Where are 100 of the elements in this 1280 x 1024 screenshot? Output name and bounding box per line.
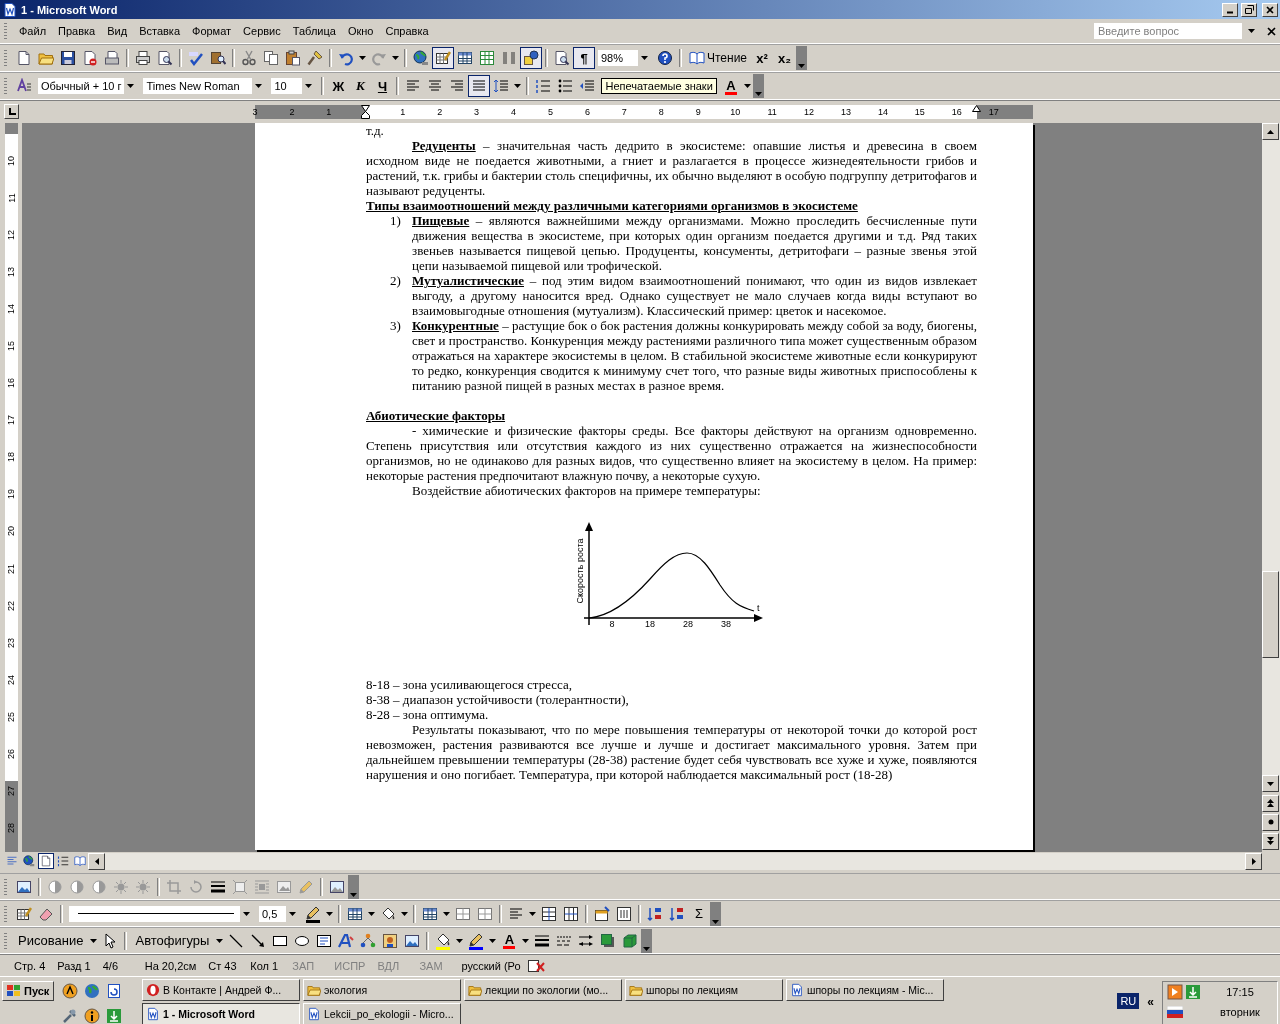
toolbar-options-icon[interactable] <box>796 46 808 70</box>
ruler-number: 25 <box>6 711 17 722</box>
right-indent-marker-icon[interactable] <box>972 105 981 113</box>
folder-icon <box>307 983 321 997</box>
print-layout-icon[interactable] <box>38 853 54 869</box>
document-refresh-icon[interactable] <box>106 983 123 999</box>
paragraph: Результаты показывают, что по мере повышения температуры от некоторой точки до которой рост невозможен, растения развиваются все лучше и лучше и достигает максимального уровня. Затем при дальнейшем превышении температуры (28-38) растение будет себя чувствовать все хуже и хуже, появляются нарушения и оно погибает. Температура, при которой наблюдается максимальный рост (18-28) <box>366 722 977 782</box>
bold-button[interactable]: Ж <box>327 75 350 97</box>
question-field[interactable]: Введите вопрос <box>1094 23 1242 39</box>
show-hidden-icons-button[interactable]: « <box>1147 993 1154 1009</box>
previous-page-icon[interactable] <box>1262 794 1279 812</box>
menu-item[interactable]: Справка <box>379 23 435 39</box>
toolbar-options-icon[interactable] <box>710 901 721 926</box>
show-marks-button[interactable]: ¶ <box>573 47 595 69</box>
section-heading: Типы взаимоотношений между различными категориями организмов в экосистеме <box>366 198 859 213</box>
style-combo[interactable]: Обычный + 10 г <box>37 77 139 95</box>
drawing-menu-button[interactable]: Рисование <box>13 929 89 952</box>
menu-item[interactable]: Окно <box>341 23 380 39</box>
italic-button[interactable]: К <box>349 75 372 97</box>
font-size-combo[interactable]: 10 <box>270 77 317 95</box>
next-page-icon[interactable] <box>1262 832 1279 850</box>
toolbar-options-icon[interactable] <box>641 928 653 953</box>
justify-icon[interactable] <box>468 75 491 97</box>
flag-icon[interactable] <box>1167 1006 1183 1018</box>
taskbar-button[interactable]: 1 - Microsoft Word <box>142 1003 300 1024</box>
open-book-icon <box>689 50 705 66</box>
clock-time: 17:15 <box>1225 986 1255 998</box>
taskbar-button[interactable]: шпоры по лекциям - Mic... <box>786 979 944 1001</box>
close-icon[interactable] <box>1267 26 1276 36</box>
browse-object-icon[interactable] <box>1262 813 1279 831</box>
subscript-button[interactable]: x₂ <box>773 47 797 69</box>
menu-item[interactable]: Вставка <box>133 23 186 39</box>
shapes-icon[interactable] <box>520 47 542 69</box>
status-item: ИСПР <box>333 959 367 972</box>
superscript-button[interactable]: x² <box>751 47 774 69</box>
table-pencil-icon[interactable] <box>432 47 454 69</box>
download-icon[interactable] <box>106 1007 123 1024</box>
status-item: ВДЛ <box>376 959 401 972</box>
tab-stop-icon[interactable] <box>4 104 19 119</box>
x-tick-label: 18 <box>644 619 655 629</box>
ruler-number: 4 <box>511 107 517 117</box>
minimize-icon[interactable] <box>1222 2 1238 17</box>
status-item: Ст 43 <box>207 959 238 972</box>
autoshapes-menu-button[interactable]: Автофигуры <box>130 929 215 952</box>
spelling-status-icon[interactable] <box>526 958 545 973</box>
start-button[interactable]: Пуск <box>2 981 55 1001</box>
paragraph: Редуценты – значительная часть дедрито в экосистеме: опавшие листья и древесина в своем исходном виде не поедается животными, а гниет и разлагается в процессе жизнедеятельности грибов и растений, т.к. грибы и бактерии столь специфичны, их обычно выделяют в особую подгруппу детритофагов и называют редуценты. <box>366 138 977 198</box>
scrollbar-thumb[interactable] <box>1262 571 1279 658</box>
reading-layout-icon[interactable] <box>72 853 88 869</box>
web-layout-icon[interactable] <box>21 853 37 869</box>
restore-icon[interactable] <box>1241 2 1257 17</box>
scroll-up-icon[interactable] <box>1262 123 1279 140</box>
info-icon[interactable] <box>84 1007 101 1024</box>
taskbar-button[interactable]: лекции по экологии (мо... <box>464 979 622 1001</box>
globe-icon[interactable] <box>84 983 101 999</box>
menu-item[interactable]: Сервис <box>237 23 287 39</box>
ruler-number: 11 <box>6 193 17 203</box>
ruler-number: 16 <box>951 107 962 117</box>
list-number: 1) <box>390 213 402 230</box>
reading-button[interactable]: Чтение <box>685 47 752 69</box>
menu-item[interactable]: Правка <box>52 23 102 39</box>
scroll-left-icon[interactable] <box>88 853 105 870</box>
ruler-number: 28 <box>6 822 17 833</box>
line-style-combo[interactable] <box>68 904 254 923</box>
taskbar-button[interactable]: Lekcii_po_ekologii - Micro... <box>303 1003 461 1024</box>
font-color-button[interactable]: A <box>498 929 521 952</box>
indent-marker-icon[interactable] <box>361 105 371 119</box>
round-app-icon[interactable] <box>62 983 79 999</box>
menu-item[interactable]: Формат <box>186 23 238 39</box>
menu-item[interactable]: Файл <box>13 23 53 39</box>
ruler-number: 3 <box>474 107 480 117</box>
taskbar-button[interactable]: В Контакте | Андрей Ф... <box>142 979 300 1001</box>
ruler-number: 10 <box>730 107 741 117</box>
toolbar-options-icon[interactable] <box>348 874 359 899</box>
ruler-number: 1 <box>400 107 406 117</box>
sum-button[interactable]: Σ <box>688 902 710 925</box>
ruler-number: 1 <box>326 107 332 117</box>
scroll-down-icon[interactable] <box>1262 775 1279 792</box>
menu-item[interactable]: Вид <box>101 23 134 39</box>
language-indicator[interactable]: RU <box>1117 993 1140 1009</box>
ruler-number: 17 <box>988 107 999 117</box>
toolbar-options-icon[interactable] <box>752 74 764 98</box>
menu-item[interactable]: Таблица <box>286 23 342 39</box>
underline-button[interactable]: Ч <box>371 75 394 97</box>
ruler-number: 13 <box>840 107 851 117</box>
ruler-number: 5 <box>547 107 553 117</box>
section-heading: Абиотические факторы <box>366 408 507 423</box>
font-color-button[interactable]: A <box>719 75 742 97</box>
download-icon[interactable] <box>1185 984 1201 1000</box>
taskbar-button[interactable]: экология <box>303 979 461 1001</box>
scroll-right-icon[interactable] <box>1245 853 1262 870</box>
font-combo[interactable]: Times New Roman <box>142 77 267 95</box>
taskbar-button[interactable]: шпоры по лекциям <box>625 979 783 1001</box>
zoom-combo[interactable]: 98% <box>597 49 652 67</box>
play-icon[interactable] <box>1167 984 1183 1000</box>
ruler-number: 15 <box>914 107 925 117</box>
document-icon <box>790 983 804 997</box>
status-item: Кол 1 <box>249 959 280 972</box>
line-weight-combo[interactable]: 0,5 <box>258 904 300 923</box>
x-tick-label: 8 <box>609 619 614 629</box>
